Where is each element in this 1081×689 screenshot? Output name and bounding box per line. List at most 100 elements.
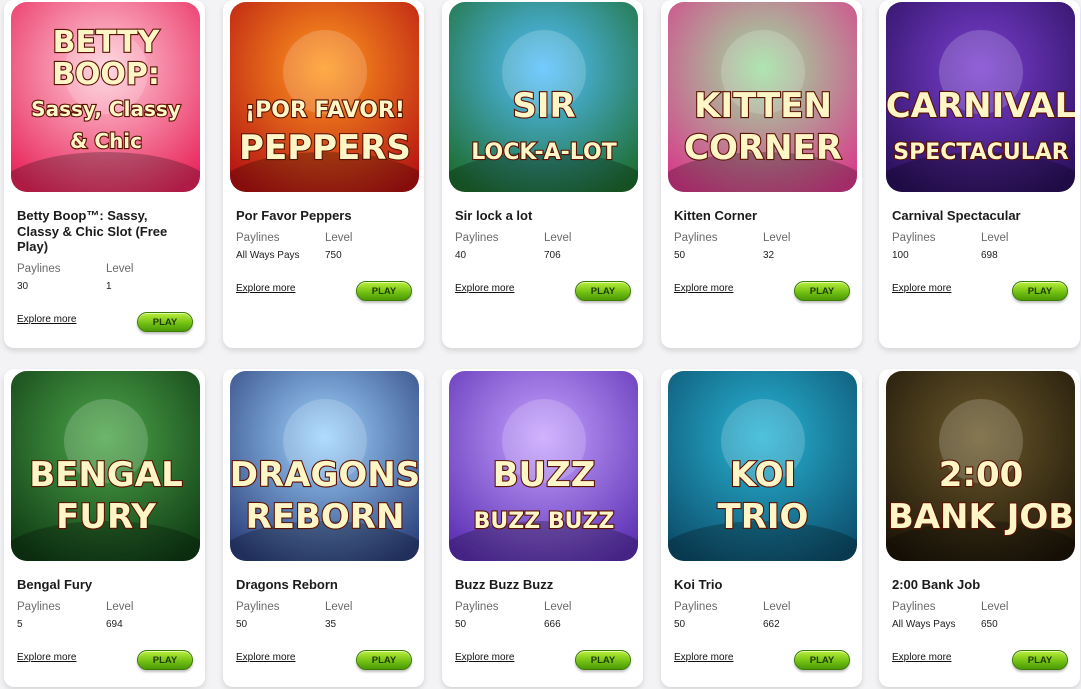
art-text-line: CARNIVAL [886,86,1075,126]
play-button[interactable]: PLAY [356,650,412,670]
level-value: 666 [544,619,561,630]
game-thumbnail[interactable]: SIR LOCK-A-LOT [449,2,638,192]
level-value: 35 [325,619,337,630]
paylines-label: Paylines [892,601,936,613]
art-text-line: TRIO [718,497,809,537]
paylines-value: 5 [17,619,23,630]
game-title: Kitten Corner [674,208,758,223]
art-text-line: SIR [512,86,575,126]
paylines-label: Paylines [674,601,718,613]
paylines-value: 50 [674,250,686,261]
paylines-label: Paylines [236,601,280,613]
art-text-line: KITTEN [694,86,832,126]
level-value: 694 [106,619,123,630]
game-card: BUZZ BUZZ BUZZ Buzz Buzz Buzz Paylines Level… [442,369,643,687]
explore-more-link[interactable]: Explore more [674,283,733,294]
art-text-line: SPECTACULAR [893,140,1069,165]
game-thumbnail[interactable]: BENGAL FURY [11,371,200,561]
art-text-line: BETTY [53,25,161,60]
game-card: CARNIVAL SPECTACULAR Carnival Spectacular P… [879,0,1080,348]
game-thumbnail[interactable]: CARNIVAL SPECTACULAR [886,2,1075,192]
level-value: 698 [981,250,998,261]
paylines-value: 40 [455,250,467,261]
paylines-label: Paylines [455,232,499,244]
explore-more-link[interactable]: Explore more [17,314,76,325]
level-value: 650 [981,619,998,630]
game-title: Por Favor Peppers [236,208,352,223]
game-card: BENGAL FURY Bengal Fury Paylines Level 5 694 Ex… [4,369,205,687]
art-text-line: Sassy, Classy [31,97,181,121]
art-text-line: BOOP: [52,57,160,92]
art-text-line: CORNER [684,128,842,168]
level-value: 706 [544,250,561,261]
paylines-label: Paylines [236,232,280,244]
game-thumbnail[interactable]: BUZZ BUZZ BUZZ [449,371,638,561]
play-button[interactable]: PLAY [1012,281,1068,301]
explore-more-link[interactable]: Explore more [236,283,295,294]
explore-more-link[interactable]: Explore more [674,652,733,663]
game-title: Dragons Reborn [236,577,338,592]
explore-more-link[interactable]: Explore more [236,652,295,663]
explore-more-link[interactable]: Explore more [892,283,951,294]
art-text-line: & Chic [70,129,142,153]
paylines-label: Paylines [892,232,936,244]
play-button[interactable]: PLAY [137,312,193,332]
level-value: 662 [763,619,780,630]
game-thumbnail[interactable]: KITTEN CORNER [668,2,857,192]
game-card: ¡POR FAVOR! PEPPERS Por Favor Peppers Payli… [223,0,424,348]
play-button[interactable]: PLAY [137,650,193,670]
art-text-line: ¡POR FAVOR! [245,98,405,123]
game-title: Buzz Buzz Buzz [455,577,554,592]
explore-more-link[interactable]: Explore more [17,652,76,663]
game-card: 2:00 BANK JOB 2:00 Bank Job Paylines Level Al… [879,369,1080,687]
paylines-value: 100 [892,250,909,261]
explore-more-link[interactable]: Explore more [455,652,514,663]
game-thumbnail[interactable]: ¡POR FAVOR! PEPPERS [230,2,419,192]
art-text-line: REBORN [246,497,405,537]
game-title: Betty Boop™: Sassy, Classy & Chic Slot (… [17,208,168,254]
paylines-value: All Ways Pays [892,619,956,630]
explore-more-link[interactable]: Explore more [892,652,951,663]
paylines-value: 50 [674,619,686,630]
art-text-line: 2:00 [939,455,1024,495]
level-label: Level [763,601,791,613]
game-title: Koi Trio [674,577,723,592]
paylines-value: 50 [236,619,248,630]
game-thumbnail[interactable]: BETTY BOOP: Sassy, Classy & Chic [11,2,200,192]
game-thumbnail[interactable]: DRAGONS REBORN [230,371,419,561]
paylines-label: Paylines [674,232,718,244]
play-button[interactable]: PLAY [1012,650,1068,670]
level-label: Level [106,263,134,275]
play-button[interactable]: PLAY [356,281,412,301]
level-label: Level [325,232,353,244]
art-text-line: FURY [56,497,156,537]
art-text-line: BUZZ [493,455,596,495]
game-title: Sir lock a lot [455,208,533,223]
paylines-label: Paylines [17,601,61,613]
level-label: Level [763,232,791,244]
play-button[interactable]: PLAY [575,650,631,670]
art-text-line: PEPPERS [239,128,411,168]
art-text-line: LOCK-A-LOT [471,140,616,165]
play-button[interactable]: PLAY [575,281,631,301]
art-text-line: BENGAL [29,455,182,495]
game-card: KITTEN CORNER Kitten Corner Paylines Level 50… [661,0,862,348]
level-value: 1 [106,281,112,292]
paylines-value: 50 [455,619,467,630]
explore-more-link[interactable]: Explore more [455,283,514,294]
play-button[interactable]: PLAY [794,650,850,670]
paylines-value: All Ways Pays [236,250,300,261]
game-thumbnail[interactable]: 2:00 BANK JOB [886,371,1075,561]
level-label: Level [106,601,134,613]
level-label: Level [981,601,1009,613]
paylines-value: 30 [17,281,29,292]
art-text-line: DRAGONS [230,455,419,495]
art-text-line: KOI [730,455,796,495]
game-title: Carnival Spectacular [892,208,1021,223]
level-label: Level [544,232,572,244]
game-thumbnail[interactable]: KOI TRIO [668,371,857,561]
play-button[interactable]: PLAY [794,281,850,301]
game-title: Bengal Fury [17,577,93,592]
level-label: Level [544,601,572,613]
paylines-label: Paylines [17,263,61,275]
